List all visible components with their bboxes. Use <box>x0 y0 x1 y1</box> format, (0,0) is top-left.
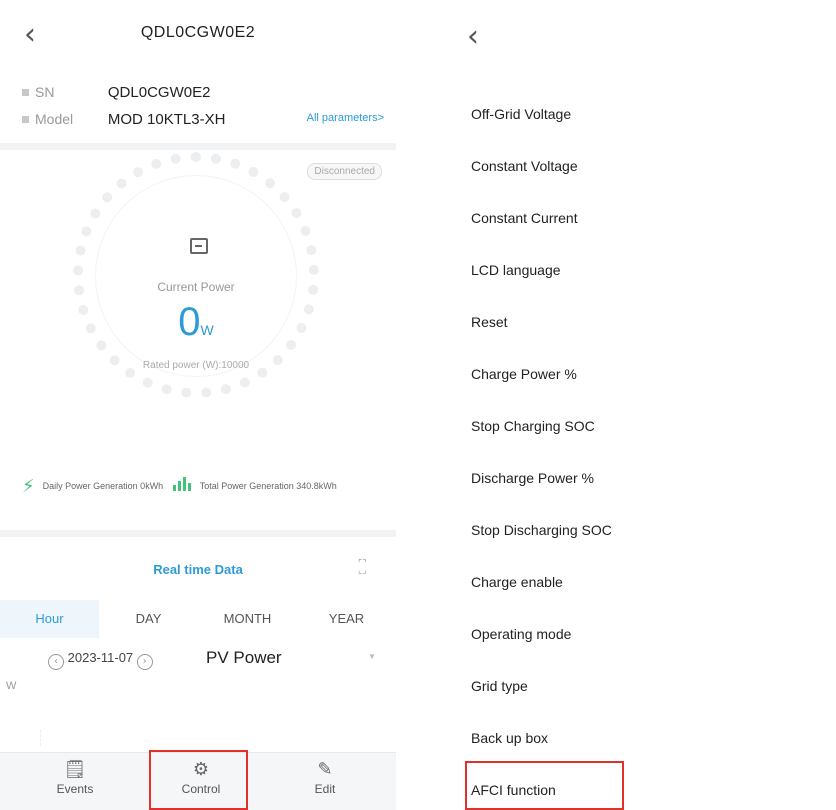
menu-item-operating-mode[interactable]: Operating mode <box>471 626 571 642</box>
tab-hour[interactable]: Hour <box>0 600 99 638</box>
menu-item-reset[interactable]: Reset <box>471 314 508 330</box>
menu-item-charge-enable[interactable]: Charge enable <box>471 574 563 590</box>
tab-month[interactable]: MONTH <box>198 600 297 638</box>
time-range-tabs: Hour DAY MONTH YEAR <box>0 600 396 638</box>
menu-item-constant-voltage[interactable]: Constant Voltage <box>471 158 578 174</box>
current-power-number: 0 <box>178 300 201 344</box>
menu-item-constant-current[interactable]: Constant Current <box>471 210 578 226</box>
daily-generation: Daily Power Generation 0kWh <box>42 481 164 491</box>
generation-summary: ⚡︎ Daily Power Generation 0kWh Total Powe… <box>22 476 337 497</box>
series-selector[interactable]: PV Power <box>206 648 282 668</box>
expand-icon[interactable]: ⌜⌝ ⌞⌟ <box>358 559 372 575</box>
nav-events[interactable]: 🗒︎ Events <box>30 752 120 808</box>
sn-value: QDL0CGW0E2 <box>107 84 211 101</box>
tab-day[interactable]: DAY <box>99 600 198 638</box>
edit-icon: ✎︎ <box>317 759 333 780</box>
chevron-down-icon[interactable]: ▼ <box>368 652 376 661</box>
events-icon: 🗒︎ <box>63 759 87 780</box>
menu-item-stop-discharging-soc[interactable]: Stop Discharging SOC <box>471 522 612 538</box>
menu-item-grid-type[interactable]: Grid type <box>471 678 528 694</box>
sn-label: SN <box>22 84 104 100</box>
date-value[interactable]: 2023-11-07 <box>68 650 134 665</box>
divider <box>0 530 396 537</box>
nav-edit-label: Edit <box>314 782 336 796</box>
menu-item-stop-charging-soc[interactable]: Stop Charging SOC <box>471 418 595 434</box>
prev-date-icon[interactable]: ‹ <box>48 654 64 670</box>
inverter-icon <box>190 238 208 254</box>
current-power-value: 0W <box>95 300 297 345</box>
menu-item-lcd-language[interactable]: LCD language <box>471 262 561 278</box>
menu-item-discharge-power[interactable]: Discharge Power % <box>471 470 594 486</box>
nav-edit[interactable]: ✎︎ Edit <box>280 752 370 808</box>
date-selector: ‹ 2023-11-07 › <box>48 650 153 670</box>
current-power-label: Current Power <box>157 280 235 294</box>
nav-events-label: Events <box>56 782 94 796</box>
total-generation: Total Power Generation 340.8kWh <box>199 481 337 491</box>
control-highlight-box <box>149 750 248 810</box>
next-date-icon[interactable]: › <box>136 654 153 670</box>
tab-year[interactable]: YEAR <box>297 600 396 638</box>
menu-item-back-up-box[interactable]: Back up box <box>471 730 548 746</box>
afci-highlight-box <box>465 761 624 810</box>
control-settings-panel: ‹ Off-Grid Voltage Constant Voltage Cons… <box>443 0 836 810</box>
sn-row: SN QDL0CGW0E2 <box>22 84 210 101</box>
chart-area <box>40 730 380 746</box>
all-parameters-link[interactable]: All parameters> <box>307 112 384 124</box>
model-label: Model <box>22 111 104 127</box>
back-icon[interactable]: ‹ <box>467 22 479 52</box>
menu-item-off-grid-voltage[interactable]: Off-Grid Voltage <box>471 106 571 122</box>
device-panel: ‹ QDL0CGW0E2 SN QDL0CGW0E2 Model MOD 10K… <box>0 0 396 810</box>
status-badge: Disconnected <box>307 163 382 180</box>
divider <box>0 143 396 150</box>
model-row: Model MOD 10KTL3-XH <box>22 111 225 128</box>
realtime-data-title: Real time Data <box>153 562 243 577</box>
page-title: QDL0CGW0E2 <box>140 24 256 41</box>
bar-chart-icon <box>172 477 192 491</box>
power-gauge-inner <box>95 175 297 377</box>
rated-power: Rated power (W):10000 <box>142 360 250 371</box>
bolt-icon: ⚡︎ <box>22 476 35 496</box>
model-value: MOD 10KTL3-XH <box>107 111 226 128</box>
menu-item-charge-power[interactable]: Charge Power % <box>471 366 577 382</box>
current-power-unit: W <box>200 322 214 338</box>
axis-unit-label: W <box>6 680 17 692</box>
